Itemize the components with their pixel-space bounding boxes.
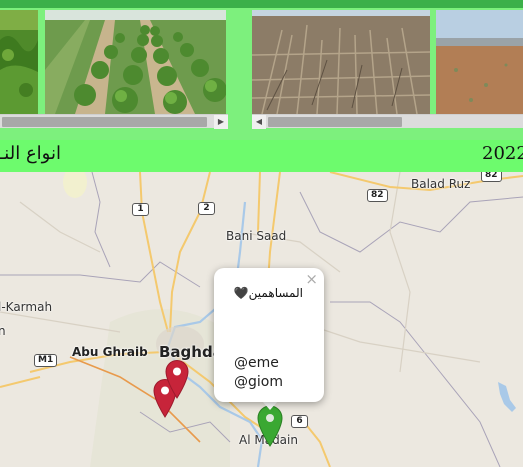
scrollbar-thumb-right[interactable] (268, 117, 402, 127)
route-shield-6: 6 (291, 415, 308, 428)
bare-land-photo[interactable] (436, 10, 523, 114)
popup-tip (262, 401, 278, 410)
place-balad-ruz: Balad Ruz (411, 177, 471, 191)
place-al-karmah: l-Karmah (0, 300, 53, 314)
gallery-scrollbar-right[interactable]: ◀ (252, 114, 523, 129)
map-view[interactable]: 82 82 1 2 M1 6 Balad Ruz Bani Saad l-Kar… (0, 172, 523, 467)
banner-year: 2022 (482, 143, 523, 164)
route-shield-1: 1 (132, 203, 149, 216)
route-shield-82a: 82 (481, 172, 502, 182)
top-bar (0, 0, 523, 8)
scrollbar-thumb[interactable] (2, 117, 207, 127)
popup-title: المساهمين🖤 (233, 286, 303, 300)
place-partial: n (0, 324, 6, 338)
scroll-right-arrow-icon[interactable]: ▶ (214, 115, 228, 129)
gallery-scrollbar-left[interactable]: ▶ (0, 114, 228, 129)
route-shield-m1: M1 (34, 354, 58, 367)
map-popup: × المساهمين🖤 @eme @giom (214, 268, 324, 402)
tree-rows-photo[interactable] (45, 10, 226, 114)
route-shield-82b: 82 (367, 189, 388, 202)
map-marker-red-2[interactable] (165, 359, 189, 399)
gallery-frame-left: ▶ (0, 8, 228, 130)
place-bani-saad: Bani Saad (226, 229, 287, 243)
banner-title: انواع النـ (0, 143, 61, 164)
popup-user-2: @giom (234, 374, 283, 390)
scroll-left-arrow-icon[interactable]: ◀ (252, 115, 266, 129)
vineyard-photo[interactable] (0, 10, 38, 114)
title-banner: انواع النـ 2022 (0, 140, 523, 172)
place-abu-ghraib: Abu Ghraib (72, 345, 148, 359)
photo-gallery: ▶ ◀ (0, 8, 523, 132)
map-marker-green[interactable] (257, 405, 283, 447)
app-root: ▶ ◀ انواع النـ 2022 82 82 1 2 M1 6 Balad… (0, 0, 523, 467)
route-shield-2: 2 (198, 202, 215, 215)
popup-user-1: @eme (234, 355, 279, 371)
popup-close-icon[interactable]: × (305, 270, 318, 288)
dry-field-photo[interactable] (252, 10, 430, 114)
gallery-frame-right: ◀ (250, 8, 523, 130)
